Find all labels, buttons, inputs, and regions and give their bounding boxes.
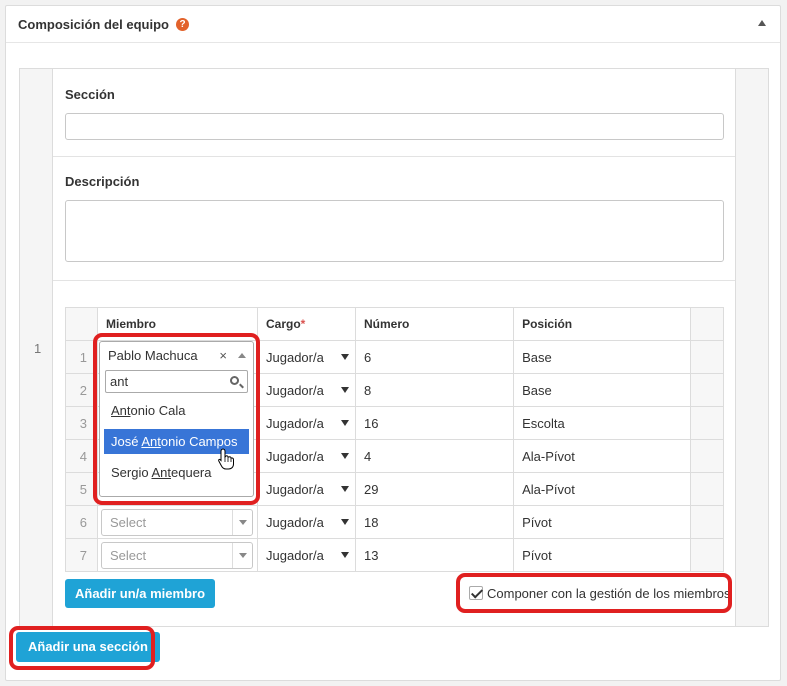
number-cell[interactable]: 29 — [354, 472, 515, 506]
cargo-select[interactable]: Jugador/a — [266, 415, 349, 431]
section-index: 1 — [34, 341, 42, 356]
cargo-value: Jugador/a — [266, 382, 324, 398]
chevron-down-icon[interactable] — [232, 509, 252, 535]
number-cell[interactable]: 8 — [354, 373, 515, 407]
cargo-cell[interactable]: Jugador/a — [257, 472, 356, 506]
cargo-cell[interactable]: Jugador/a — [257, 340, 356, 374]
position-cell[interactable]: Ala-Pívot — [513, 472, 691, 506]
divider — [53, 280, 735, 281]
cargo-cell[interactable]: Jugador/a — [257, 538, 356, 572]
position-cell[interactable]: Base — [513, 340, 691, 374]
cargo-select[interactable]: Jugador/a — [266, 547, 349, 563]
cargo-value: Jugador/a — [266, 448, 324, 464]
header-cargo: Cargo* — [257, 307, 356, 341]
caret-down-icon — [341, 353, 349, 360]
row-actions-cell[interactable] — [690, 439, 724, 473]
description-label: Descripción — [65, 174, 140, 189]
position-cell[interactable]: Pívot — [513, 505, 691, 539]
panel-header[interactable]: Composición del equipo ? — [6, 6, 780, 43]
row-actions-cell[interactable] — [690, 538, 724, 572]
position-cell[interactable]: Escolta — [513, 406, 691, 440]
caret-down-icon — [341, 419, 349, 426]
collapse-icon[interactable] — [758, 20, 766, 26]
row-actions-cell[interactable] — [690, 340, 724, 374]
row-actions-cell[interactable] — [690, 373, 724, 407]
caret-down-icon — [341, 551, 349, 558]
cargo-cell[interactable]: Jugador/a — [257, 505, 356, 539]
cargo-cell[interactable]: Jugador/a — [257, 406, 356, 440]
position-cell[interactable]: Pívot — [513, 538, 691, 572]
cargo-cell[interactable]: Jugador/a — [257, 439, 356, 473]
number-cell[interactable]: 18 — [354, 505, 515, 539]
annotation-highlight — [9, 626, 155, 670]
cargo-value: Jugador/a — [266, 514, 324, 530]
member-cell: Select — [97, 505, 258, 539]
add-member-button[interactable]: Añadir un/a miembro — [65, 579, 216, 608]
divider — [53, 156, 735, 157]
position-cell[interactable]: Ala-Pívot — [513, 439, 691, 473]
member-select-value: Select — [110, 547, 147, 563]
position-cell[interactable]: Base — [513, 373, 691, 407]
number-cell[interactable]: 16 — [354, 406, 515, 440]
header-cargo-label: Cargo — [266, 317, 301, 331]
member-select[interactable]: Select — [101, 541, 253, 569]
cargo-value: Jugador/a — [266, 547, 324, 563]
member-select[interactable]: Select — [101, 508, 253, 536]
header-actions — [690, 307, 724, 341]
header-number: Número — [354, 307, 515, 341]
caret-down-icon — [341, 452, 349, 459]
number-cell[interactable]: 6 — [354, 340, 515, 374]
cargo-select[interactable]: Jugador/a — [266, 448, 349, 464]
cargo-select[interactable]: Jugador/a — [266, 481, 349, 497]
annotation-highlight — [456, 573, 732, 613]
panel-title: Composición del equipo — [18, 17, 169, 32]
number-cell[interactable]: 13 — [354, 538, 515, 572]
description-textarea[interactable] — [65, 200, 724, 262]
cargo-select[interactable]: Jugador/a — [266, 514, 349, 530]
row-number: 7 — [65, 538, 98, 572]
row-actions-cell[interactable] — [690, 505, 724, 539]
cargo-value: Jugador/a — [266, 349, 324, 365]
required-mark: * — [300, 317, 306, 331]
cargo-cell[interactable]: Jugador/a — [257, 373, 356, 407]
table-row: 6 Select Jugador/a 18 Pívot — [65, 505, 724, 539]
caret-down-icon — [341, 485, 349, 492]
cargo-value: Jugador/a — [266, 415, 324, 431]
header-position: Posición — [513, 307, 691, 341]
section-label: Sección — [65, 87, 115, 102]
caret-down-icon — [341, 386, 349, 393]
row-actions-cell[interactable] — [690, 472, 724, 506]
cargo-select[interactable]: Jugador/a — [266, 382, 349, 398]
number-cell[interactable]: 4 — [354, 439, 515, 473]
section-input[interactable] — [65, 113, 724, 140]
member-select-value: Select — [110, 514, 147, 530]
caret-down-icon — [341, 518, 349, 525]
chevron-down-icon[interactable] — [232, 542, 252, 568]
header-index — [65, 307, 98, 341]
row-number: 6 — [65, 505, 98, 539]
cargo-value: Jugador/a — [266, 481, 324, 497]
annotation-highlight — [93, 333, 260, 505]
help-icon[interactable]: ? — [176, 18, 189, 31]
member-cell: Select — [97, 538, 258, 572]
table-row: 7 Select Jugador/a 13 Pívot — [65, 538, 724, 572]
row-actions-cell[interactable] — [690, 406, 724, 440]
cargo-select[interactable]: Jugador/a — [266, 349, 349, 365]
